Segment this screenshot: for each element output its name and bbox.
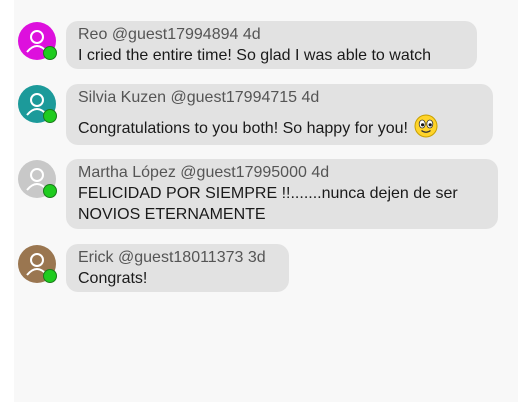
- comment-meta: Silvia Kuzen @guest17994715 4d: [78, 87, 481, 108]
- author-handle[interactable]: @guest18011373: [118, 249, 243, 266]
- author-name[interactable]: Reo: [78, 26, 107, 43]
- online-status-icon: [43, 109, 57, 123]
- comment-time: 4d: [311, 164, 330, 181]
- comment-text-row: Congratulations to you both! So happy fo…: [78, 114, 481, 141]
- comment-text-line: FELICIDAD POR SIEMPRE !!.......nunca dej…: [78, 185, 458, 202]
- online-status-icon: [43, 184, 57, 198]
- comment-bubble: Reo @guest17994894 4d I cried the entire…: [66, 21, 477, 69]
- comment-item: Silvia Kuzen @guest17994715 4d Congratul…: [18, 84, 493, 145]
- comment-bubble: Martha López @guest17995000 4d FELICIDAD…: [66, 159, 498, 229]
- avatar[interactable]: [18, 160, 57, 198]
- comment-item: Martha López @guest17995000 4d FELICIDAD…: [18, 159, 498, 229]
- comment-time: 4d: [242, 26, 261, 43]
- avatar[interactable]: [18, 22, 57, 60]
- comment-meta: Erick @guest18011373 3d: [78, 247, 277, 268]
- avatar[interactable]: [18, 85, 57, 123]
- comment-time: 3d: [247, 249, 266, 266]
- author-handle[interactable]: @guest17994715: [171, 89, 298, 106]
- comment-text-line: NOVIOS ETERNAMENTE: [78, 206, 266, 223]
- avatar[interactable]: [18, 245, 57, 283]
- comment-meta: Martha López @guest17995000 4d: [78, 162, 486, 183]
- comment-bubble: Silvia Kuzen @guest17994715 4d Congratul…: [66, 84, 493, 145]
- comment-item: Erick @guest18011373 3d Congrats!: [18, 244, 289, 292]
- comment-time: 4d: [301, 89, 320, 106]
- comment-text: Congratulations to you both! So happy fo…: [78, 120, 408, 138]
- author-name[interactable]: Silvia Kuzen: [78, 89, 166, 106]
- author-handle[interactable]: @guest17995000: [180, 164, 307, 181]
- smiley-emoji-icon: [414, 114, 438, 138]
- comment-bubble: Erick @guest18011373 3d Congrats!: [66, 244, 289, 292]
- author-name[interactable]: Martha López: [78, 164, 176, 181]
- online-status-icon: [43, 269, 57, 283]
- comment-text: I cried the entire time! So glad I was a…: [78, 47, 432, 64]
- author-name[interactable]: Erick: [78, 249, 114, 266]
- online-status-icon: [43, 46, 57, 60]
- author-handle[interactable]: @guest17994894: [112, 26, 239, 43]
- comment-item: Reo @guest17994894 4d I cried the entire…: [18, 21, 477, 69]
- comment-text: Congrats!: [78, 270, 148, 287]
- comment-meta: Reo @guest17994894 4d: [78, 24, 465, 45]
